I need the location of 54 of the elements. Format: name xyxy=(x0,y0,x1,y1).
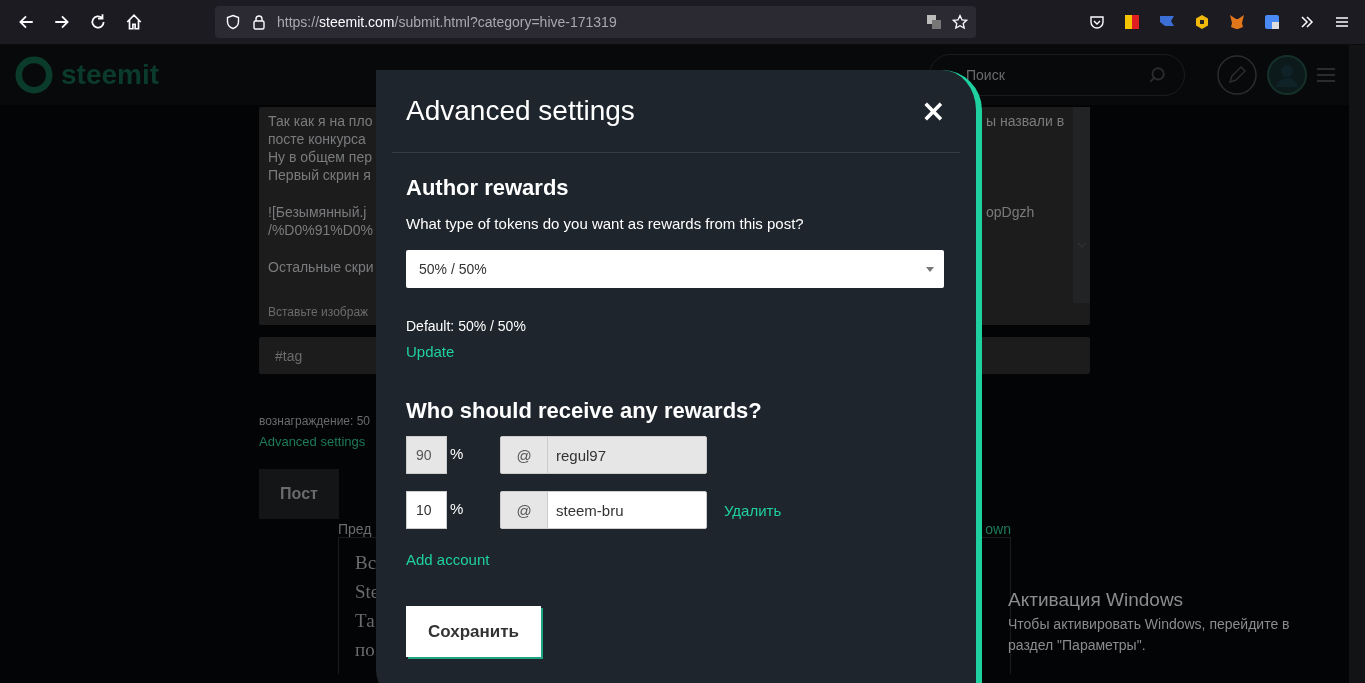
preview-text: Та xyxy=(355,609,375,633)
advanced-settings-link[interactable]: Advanced settings xyxy=(259,434,366,449)
reward-type-select[interactable]: 50% / 50% xyxy=(406,250,944,288)
scrollbar[interactable] xyxy=(1073,107,1090,303)
scrollbar[interactable] xyxy=(1349,45,1365,683)
cube-extension-icon[interactable] xyxy=(1194,14,1210,30)
reload-icon[interactable] xyxy=(89,13,107,31)
activation-notice-title: Активация Windows xyxy=(1008,589,1185,611)
section-heading: Author rewards xyxy=(406,175,569,201)
menu-icon[interactable] xyxy=(1334,14,1350,30)
preview-text: Вс xyxy=(355,551,377,575)
star-icon[interactable] xyxy=(952,14,968,30)
percent-sign: % xyxy=(450,500,465,517)
lock-icon[interactable] xyxy=(251,14,267,30)
percent-input: 90 xyxy=(406,436,447,474)
preview-label: Пред xyxy=(338,521,372,537)
percent-input[interactable]: 10 xyxy=(406,491,447,529)
update-link[interactable]: Update xyxy=(406,343,455,360)
home-icon[interactable] xyxy=(125,13,143,31)
activation-notice-text: Чтобы активировать Windows, перейдите в раздел "Параметры". xyxy=(1008,615,1291,655)
text-line: Так как я на пло xyxy=(268,112,374,130)
question-text: What type of tokens do you want as rewards from this post? xyxy=(406,215,804,232)
rewards-note: вознаграждение: 50 xyxy=(259,414,371,428)
upload-hint: Вставьте изображ xyxy=(267,304,369,321)
markdown-link[interactable]: own xyxy=(985,521,1011,537)
text-line: Остальные скри xyxy=(268,258,375,276)
text-line: ![Безымянный.j xyxy=(268,203,368,221)
text-line: ы назвали в xyxy=(986,112,1066,130)
save-button[interactable]: Сохранить xyxy=(406,606,541,657)
text-line: Ну в общем пер xyxy=(268,148,373,166)
address-bar[interactable]: https://steemit.com/submit.html?category=hive-171319 xyxy=(215,6,976,38)
back-icon[interactable] xyxy=(17,13,35,31)
overflow-icon[interactable] xyxy=(1299,14,1315,30)
preview-text: по xyxy=(355,638,375,662)
forward-icon[interactable] xyxy=(53,13,71,31)
percent-sign: % xyxy=(450,445,465,462)
fox-extension-icon[interactable] xyxy=(1229,14,1245,30)
dialog-title: Advanced settings xyxy=(406,95,636,127)
account-field[interactable]: @ steem-bru xyxy=(500,491,707,529)
caret-icon xyxy=(926,266,934,272)
account-field: @ regul97 xyxy=(500,436,707,474)
text-line: /%D0%91%D0% xyxy=(268,221,375,239)
default-text: Default: 50% / 50% xyxy=(406,318,526,334)
url-text[interactable]: https://steemit.com/submit.html?category=hive-171319 xyxy=(277,14,617,30)
text-line: opDgzh xyxy=(986,203,1036,221)
add-account-link[interactable]: Add account xyxy=(406,551,490,568)
text-line: посте конкурса xyxy=(268,130,367,148)
shield-icon[interactable] xyxy=(225,14,241,30)
section-heading: Who should receive any rewards? xyxy=(406,398,762,424)
close-button[interactable]: × xyxy=(916,96,950,126)
text-line: Первый скрин я xyxy=(268,166,372,184)
pocket-icon[interactable] xyxy=(1089,14,1105,30)
remove-link[interactable]: Удалить xyxy=(724,501,782,519)
flag-extension-icon[interactable] xyxy=(1124,14,1140,30)
